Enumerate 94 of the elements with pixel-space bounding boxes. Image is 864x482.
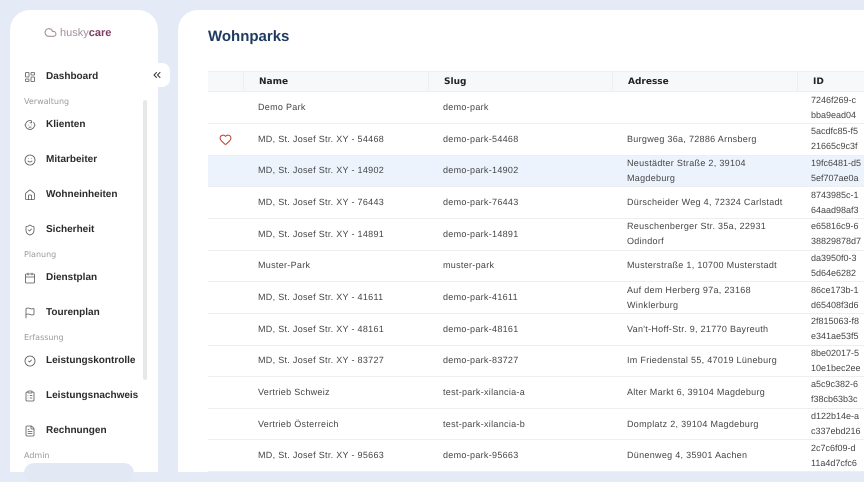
table-cell-text: test-park-xilancia-a	[443, 386, 526, 399]
table-cell-text: Burgweg 36a, 72886 Arnsberg	[627, 132, 757, 146]
flag-icon	[24, 306, 36, 318]
table-cell-text: demo-park-83727	[443, 354, 519, 368]
table-cell-text: Muster-Park	[258, 259, 310, 272]
document-icon	[24, 424, 36, 436]
nav-item[interactable]: Klienten	[24, 107, 86, 142]
table-cell-text: demo-park-54468	[443, 132, 519, 146]
table-cell-text: Musterstraße 1, 10700 Musterstadt	[627, 259, 777, 272]
table-cell-text: 64aad98af3	[811, 204, 859, 217]
table-cell-text: d122b14e-a	[811, 410, 860, 424]
table-cell-text: demo-park-41611	[443, 291, 518, 304]
table-cell-text: Dünenweg 4, 35901 Aachen	[627, 449, 748, 462]
table-cell-text: 10e1bec2ee	[811, 362, 861, 375]
table-cell-text: e341ae53f5	[811, 330, 859, 344]
nav-item[interactable]: Mitarbeiter	[24, 142, 98, 177]
table-cell-text: 38829878d7	[811, 235, 862, 248]
table-cell-text: c337ebd216	[811, 425, 861, 438]
table-cell-text: d65408f3d6	[811, 298, 859, 312]
table-cell-text: demo-park-48161	[443, 322, 519, 336]
table-cell-text: demo-park-14891	[443, 228, 519, 241]
logo-icon	[44, 26, 57, 39]
table-cell-text: da3950f0-3	[811, 252, 857, 265]
nav-item[interactable]: Dienstplan	[24, 260, 98, 295]
table-cell-text: Dürscheider Weg 4, 72324 Carlstadt	[627, 196, 783, 210]
table-cell-text: Van't-Hoff-Str. 9, 21770 Bayreuth	[627, 322, 768, 336]
table-cell-text: demo-park-95663	[443, 449, 519, 462]
table-cell-text: 5d64e6282	[811, 266, 856, 280]
nav-section-label: Planung	[24, 248, 58, 260]
table-cell-text: Im Friedenstal 55, 47019 Lüneburg	[627, 354, 777, 368]
nav-item[interactable]: Sicherheit	[24, 212, 94, 247]
table-cell-text: 2c7c6f09-d	[811, 442, 856, 455]
chevrons-left-icon	[151, 69, 163, 81]
table-cell-text: 11a4d7cfc6	[811, 456, 857, 470]
nav-item[interactable]: Rechnungen	[24, 413, 107, 448]
table-cell-text: 8743985c-1	[811, 188, 859, 202]
table-cell-text: MD, St. Josef Str. XY - 83727	[258, 354, 384, 368]
table-row[interactable]: Muster-Park muster-park Musterstraße 1, 10700 Musterstadt da3950f0-3 5d64e6282	[208, 250, 864, 282]
table-cell-text: 2f815063-f8	[811, 315, 860, 328]
table-cell-text: Neustädter Straße 2, 39104 Magdeburg	[627, 156, 747, 185]
column-header: Slug	[428, 72, 612, 92]
check-circle-icon	[24, 354, 36, 366]
table-cell-text: Alter Markt 6, 39104 Magdeburg	[627, 386, 766, 399]
house-icon	[24, 188, 36, 200]
column-header: Adresse	[612, 72, 797, 92]
nav-item[interactable]: Tourenplan	[24, 295, 100, 330]
table-cell-text: Domplatz 2, 39104 Magdeburg	[627, 418, 759, 431]
shield-icon	[24, 224, 36, 236]
table-cell-text: 21665c9c3f	[811, 140, 858, 154]
table-cell-text: a5c9c382-6	[811, 378, 858, 392]
nav-item[interactable]: Leistungsnachweis	[24, 378, 138, 413]
table-cell-text: MD, St. Josef Str. XY - 14891	[258, 228, 384, 241]
dashboard-icon	[24, 70, 36, 82]
nav-item[interactable]: Wohneinheiten	[24, 177, 118, 212]
nav-item[interactable]: Leistungskontrolle	[24, 343, 136, 378]
column-header: Name	[243, 72, 428, 92]
table-cell-text: muster-park	[443, 259, 494, 272]
baby-icon	[24, 118, 36, 130]
column-header: ID	[797, 72, 864, 92]
table-cell-text: Vertrieb Österreich	[258, 418, 339, 431]
table-cell-text: demo-park-14902	[443, 164, 519, 178]
table-cell-text: Vertrieb Schweiz	[258, 386, 330, 399]
table-cell-text: 8be02017-5	[811, 346, 860, 360]
logo-text: huskycare	[60, 26, 112, 38]
table-cell-text: MD, St. Josef Str. XY - 14902	[258, 164, 384, 178]
table-cell-text: 19fc6481-d5	[811, 156, 862, 170]
nav-section-label: Admin	[24, 450, 50, 461]
table-cell-text: MD, St. Josef Str. XY - 48161	[258, 322, 384, 336]
table-cell-text: MD, St. Josef Str. XY - 95663	[258, 449, 384, 462]
table-cell-text: Auf dem Herberg 97a, 23168 Winklerburg	[627, 284, 752, 312]
smiley-icon	[24, 154, 36, 166]
table-cell-text: 5acdfc85-f5	[811, 125, 858, 138]
table-cell-text: Reuschenberger Str. 35a, 22931 Odindorf	[627, 220, 768, 248]
table-cell-text: demo-park-76443	[443, 196, 519, 210]
table-row[interactable]: MD, St. Josef Str. XY - 14902 demo-park-14902 Neustädter Straße 2, 39104 Magdeburg 19fc6481-d5 5ef707ae0a	[208, 156, 864, 188]
calendar-icon	[24, 272, 36, 284]
table-cell-text: 7246f269-c	[811, 94, 856, 107]
table-cell-text: f38cb63b3c	[811, 393, 858, 406]
table-cell-text: demo-park	[443, 101, 489, 114]
table-cell-text: test-park-xilancia-b	[443, 418, 526, 431]
table-cell-text: MD, St. Josef Str. XY - 76443	[258, 196, 384, 210]
table-cell-text: 5ef707ae0a	[811, 172, 859, 185]
table-cell-text: MD, St. Josef Str. XY - 54468	[258, 132, 384, 146]
table-cell-text: e65816c9-6	[811, 220, 859, 234]
clipboard-icon	[24, 390, 36, 402]
table-cell-text: MD, St. Josef Str. XY - 41611	[258, 291, 384, 304]
heart-icon[interactable]	[219, 132, 232, 146]
table-cell-text: bba9ead04	[811, 108, 856, 122]
table-cell-text: 86ce173b-1	[811, 284, 859, 297]
table-cell-text: Demo Park	[258, 101, 306, 114]
nav-section-label: Verwaltung	[24, 96, 70, 107]
page-title: Wohnparks	[208, 28, 290, 45]
nav-item[interactable]: Dashboard	[24, 59, 98, 94]
nav-section-label: Erfassung	[24, 332, 65, 343]
